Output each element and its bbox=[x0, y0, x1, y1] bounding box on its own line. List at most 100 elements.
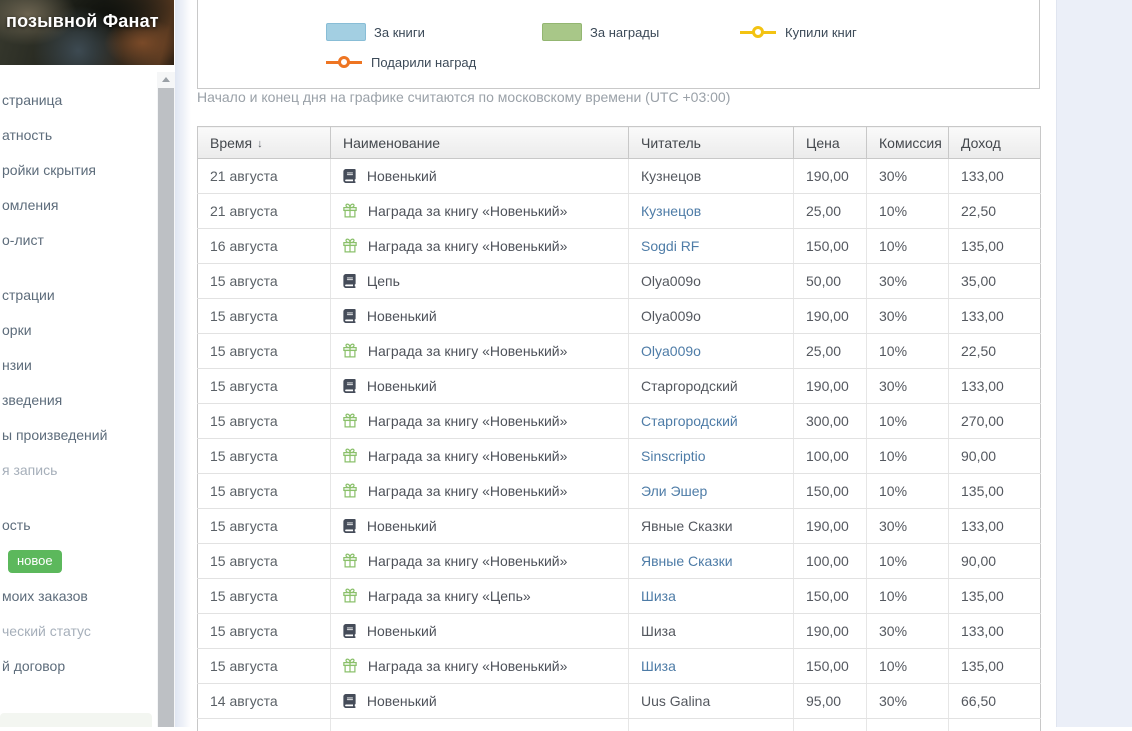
table-row: 15 августа Награда за книгу «Новенький»O… bbox=[198, 334, 1041, 369]
reader-name: Кузнецов bbox=[641, 168, 701, 184]
table-row: 15 августа ЦепьOlya009o50,0030%35,00 bbox=[198, 264, 1041, 299]
cell-date: 15 августа bbox=[198, 509, 331, 544]
cell-empty bbox=[794, 719, 867, 731]
column-header[interactable]: Наименование bbox=[331, 127, 629, 159]
column-header[interactable]: Цена bbox=[794, 127, 867, 159]
reader-link[interactable]: Шиза bbox=[641, 588, 676, 604]
column-header-label: Наименование bbox=[343, 135, 440, 151]
column-header[interactable]: Доход bbox=[949, 127, 1041, 159]
table-row: 15 августа Награда за книгу «Цепь»Шиза15… bbox=[198, 579, 1041, 614]
cell-commission: 10% bbox=[867, 439, 949, 474]
sidebar-item[interactable]: страница bbox=[2, 90, 154, 110]
reader-link[interactable]: Эли Эшер bbox=[641, 483, 707, 499]
sidebar-item[interactable]: страции bbox=[2, 285, 154, 305]
sidebar-item[interactable]: нзии bbox=[2, 355, 154, 375]
reader-link[interactable]: Кузнецов bbox=[641, 203, 701, 219]
sidebar-item-partial[interactable] bbox=[0, 713, 152, 727]
scrollbar-thumb[interactable] bbox=[158, 88, 174, 727]
column-header[interactable]: Время↓ bbox=[198, 127, 331, 159]
cell-income: 270,00 bbox=[949, 404, 1041, 439]
cell-price: 190,00 bbox=[794, 509, 867, 544]
sidebar-item[interactable]: ройки скрытия bbox=[2, 160, 154, 180]
chart-legend-box: За книги За награды Купили книг Подарили на… bbox=[197, 0, 1040, 89]
cell-income: 35,00 bbox=[949, 264, 1041, 299]
item-title: Награда за книгу «Цепь» bbox=[368, 588, 531, 604]
reader-link[interactable]: Старгородский bbox=[641, 413, 738, 429]
cell-income: 135,00 bbox=[949, 649, 1041, 684]
reader-name: Явные Сказки bbox=[641, 518, 733, 534]
sidebar-item[interactable]: омления bbox=[2, 195, 154, 215]
cell-item: Награда за книгу «Новенький» bbox=[331, 439, 629, 474]
gift-icon bbox=[343, 553, 357, 568]
cell-income: 135,00 bbox=[949, 474, 1041, 509]
cell-income: 133,00 bbox=[949, 369, 1041, 404]
sidebar-item[interactable]: о-лист bbox=[2, 230, 154, 250]
item-title: Новенький bbox=[367, 623, 437, 639]
cell-empty bbox=[198, 719, 331, 731]
cell-price: 190,00 bbox=[794, 369, 867, 404]
sidebar-item[interactable]: моих заказов bbox=[2, 586, 154, 606]
column-header[interactable]: Читатель bbox=[629, 127, 794, 159]
reader-name: Шиза bbox=[641, 623, 676, 639]
legend-label: За книги bbox=[374, 25, 425, 40]
profile-banner[interactable]: позывной Фанат bbox=[0, 0, 174, 65]
sidebar-badge-row: новое bbox=[2, 550, 154, 573]
cell-income: 133,00 bbox=[949, 159, 1041, 194]
sidebar-item[interactable]: орки bbox=[2, 320, 154, 340]
cell-reader: Шиза bbox=[629, 649, 794, 684]
sidebar-item[interactable]: ы произведений bbox=[2, 425, 154, 445]
cell-reader: Кузнецов bbox=[629, 194, 794, 229]
sidebar-item[interactable]: атность bbox=[2, 125, 154, 145]
cell-price: 150,00 bbox=[794, 229, 867, 264]
column-header[interactable]: Комиссия bbox=[867, 127, 949, 159]
item-title: Награда за книгу «Новенький» bbox=[368, 413, 568, 429]
cell-date: 15 августа bbox=[198, 299, 331, 334]
reader-link[interactable]: Sogdi RF bbox=[641, 238, 699, 254]
new-badge: новое bbox=[8, 550, 62, 573]
legend-label: Подарили наград bbox=[371, 55, 476, 70]
reader-link[interactable]: Sinscriptio bbox=[641, 448, 706, 464]
cell-price: 100,00 bbox=[794, 544, 867, 579]
sidebar-item[interactable]: й договор bbox=[2, 656, 154, 676]
cell-income: 133,00 bbox=[949, 614, 1041, 649]
cell-item: Цепь bbox=[331, 264, 629, 299]
cell-item: Награда за книгу «Новенький» bbox=[331, 649, 629, 684]
cell-date: 15 августа bbox=[198, 649, 331, 684]
cell-item: Новенький bbox=[331, 614, 629, 649]
sidebar-item[interactable]: зведения bbox=[2, 390, 154, 410]
reader-link[interactable]: Явные Сказки bbox=[641, 553, 733, 569]
sidebar-item[interactable]: ость bbox=[2, 515, 154, 535]
cell-reader: Olya009o bbox=[629, 299, 794, 334]
cell-empty bbox=[867, 719, 949, 731]
legend-item[interactable]: Подарили наград bbox=[326, 52, 476, 72]
reader-name: Uus Galina bbox=[641, 693, 710, 709]
cell-commission: 10% bbox=[867, 334, 949, 369]
cell-date: 16 августа bbox=[198, 229, 331, 264]
cell-item: Награда за книгу «Новенький» bbox=[331, 544, 629, 579]
item-title: Награда за книгу «Новенький» bbox=[368, 658, 568, 674]
cell-date: 15 августа bbox=[198, 439, 331, 474]
sidebar-item[interactable]: я запись bbox=[2, 460, 154, 480]
sidebar-scrollbar[interactable] bbox=[157, 72, 175, 727]
item-title: Цепь bbox=[367, 273, 400, 289]
legend-item[interactable]: Купили книг bbox=[740, 22, 857, 42]
gift-icon bbox=[343, 343, 357, 358]
cell-commission: 10% bbox=[867, 194, 949, 229]
table-row: 14 августа НовенькийUus Galina95,0030%66… bbox=[198, 684, 1041, 719]
legend-item[interactable]: За книги bbox=[326, 22, 425, 42]
cell-date: 21 августа bbox=[198, 194, 331, 229]
legend-item[interactable]: За награды bbox=[542, 22, 659, 42]
scrollbar-up-arrow-icon[interactable] bbox=[157, 72, 175, 87]
sidebar-item[interactable]: ческий статус bbox=[2, 621, 154, 641]
cell-commission: 10% bbox=[867, 649, 949, 684]
reader-link[interactable]: Olya009o bbox=[641, 343, 701, 359]
cell-income: 133,00 bbox=[949, 299, 1041, 334]
reader-link[interactable]: Шиза bbox=[641, 658, 676, 674]
cell-reader: Эли Эшер bbox=[629, 474, 794, 509]
cell-commission: 30% bbox=[867, 369, 949, 404]
cell-reader: Olya009o bbox=[629, 334, 794, 369]
item-title: Награда за книгу «Новенький» bbox=[368, 448, 568, 464]
cell-commission: 30% bbox=[867, 614, 949, 649]
column-header-label: Время bbox=[210, 135, 252, 151]
timezone-note: Начало и конец дня на графике считаются … bbox=[197, 89, 730, 105]
